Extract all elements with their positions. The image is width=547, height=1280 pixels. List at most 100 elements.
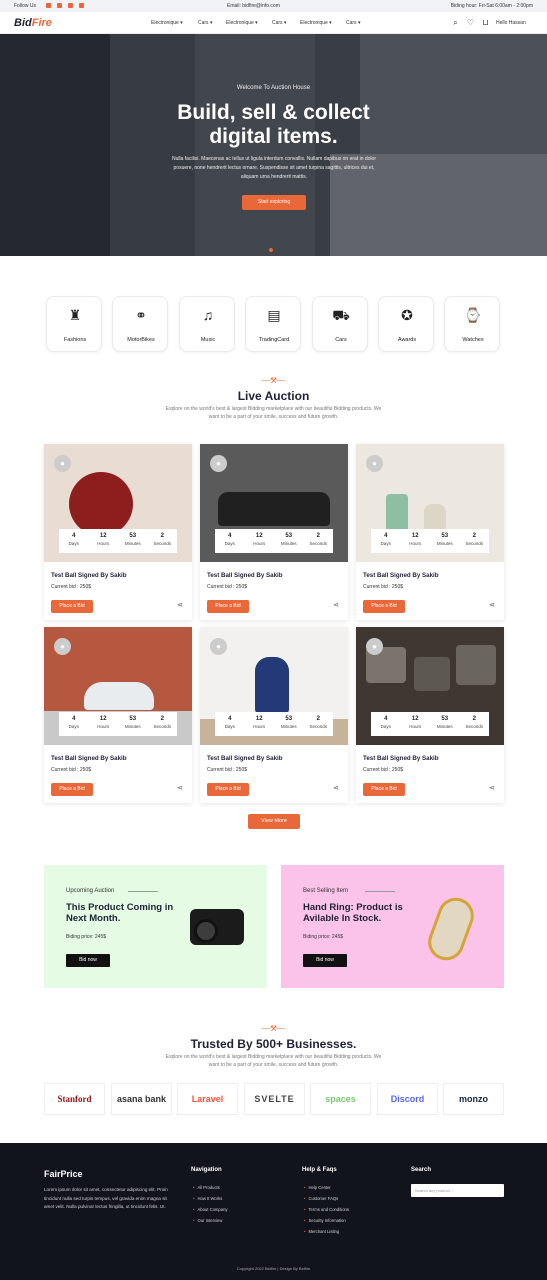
category-tradingcard[interactable]: ▤ TradingCard — [245, 296, 301, 352]
share-icon[interactable]: ⋖ — [488, 785, 496, 793]
auction-card[interactable]: ● 4 Days 12 Hours 53 Minutes 2 Seconds Test … — [200, 627, 348, 803]
cart-icon[interactable]: ⊔ — [481, 18, 490, 27]
category-label: Music — [200, 337, 216, 343]
countdown-timer: 4 Days 12 Hours 53 Minutes 2 Seconds — [59, 529, 177, 553]
card-title[interactable]: Test Ball Signed By Sakib — [207, 755, 283, 762]
view-more-button[interactable]: View More — [248, 814, 300, 829]
porcelain-jar-shape — [255, 657, 289, 715]
nav-item-electronique[interactable]: Electronique ▾ — [226, 20, 258, 26]
start-exploring-button[interactable]: Start exploring — [242, 195, 306, 210]
award-icon: ✪ — [401, 307, 413, 323]
auction-card[interactable]: ● 4 Days 12 Hours 53 Minutes 2 Seconds Test … — [44, 444, 192, 620]
countdown-days: 4 — [384, 716, 388, 722]
facebook-icon[interactable] — [46, 3, 51, 8]
footer-help-link[interactable]: Merchant Listing — [304, 1229, 339, 1234]
card-title[interactable]: Test Ball Signed By Sakib — [51, 755, 127, 762]
bid-now-button[interactable]: Bid now — [303, 954, 347, 967]
section-decoration-icon: —⚒— — [261, 376, 286, 385]
carousel-dot[interactable] — [269, 248, 273, 252]
vase-shape — [386, 494, 408, 534]
card-title[interactable]: Test Ball Signed By Sakib — [51, 572, 127, 579]
auction-card[interactable]: ● 4 Days 12 Hours 53 Minutes 2 Seconds Test … — [356, 627, 504, 803]
promo-title: This Product Coming in Next Month. — [66, 902, 174, 924]
share-icon[interactable]: ⋖ — [332, 785, 340, 793]
nav-item-cars[interactable]: Cars ▾ — [346, 20, 360, 26]
trading-card-icon: ▤ — [267, 307, 281, 323]
nav-item-cars[interactable]: Cars ▾ — [198, 20, 212, 26]
promo-divider — [128, 891, 158, 892]
place-bid-button[interactable]: Place a Bid — [51, 600, 93, 613]
share-icon[interactable]: ⋖ — [176, 602, 184, 610]
search-icon[interactable]: ⌕ — [451, 18, 460, 27]
place-bid-button[interactable]: Place a Bid — [363, 783, 405, 796]
logo-part-fire: Fire — [31, 17, 52, 29]
category-watches[interactable]: ⌚ Watches — [444, 296, 500, 352]
footer-help-link[interactable]: Help Center — [304, 1185, 330, 1190]
footer-nav-link[interactable]: Our Interview — [193, 1218, 222, 1223]
camera-shape — [456, 645, 496, 685]
footer-nav-link[interactable]: All Products — [193, 1185, 219, 1190]
countdown-label: Seconds — [309, 541, 327, 546]
youtube-icon[interactable] — [68, 3, 73, 8]
promo-kicker: Best Selling Item — [303, 888, 349, 894]
logo-part-bid: Bid — [14, 17, 32, 29]
follow-label: Follow Us — [14, 3, 36, 9]
countdown-label: Seconds — [309, 724, 327, 729]
footer-search-input[interactable]: Search any product... — [411, 1184, 504, 1197]
card-title[interactable]: Test Ball Signed By Sakib — [207, 572, 283, 579]
countdown-minutes: 53 — [285, 716, 293, 722]
category-fashions[interactable]: ♜ Fashions — [46, 296, 102, 352]
pinterest-icon[interactable] — [79, 3, 84, 8]
category-motorbikes[interactable]: ⚭ MotorBikes — [112, 296, 168, 352]
countdown-days: 4 — [228, 533, 232, 539]
countdown-label: Days — [224, 541, 235, 546]
card-title[interactable]: Test Ball Signed By Sakib — [363, 755, 439, 762]
share-icon[interactable]: ⋖ — [488, 602, 496, 610]
countdown-hours: 12 — [99, 533, 107, 539]
card-price: Current bid : 250$ — [51, 584, 92, 590]
promo-kicker: Upcoming Auction — [66, 888, 115, 894]
heart-icon[interactable]: ♡ — [466, 18, 475, 27]
hero-title: Build, sell & collect digital items. — [0, 101, 547, 149]
fashion-icon: ♜ — [68, 307, 82, 323]
category-label: TradingCard — [258, 337, 290, 343]
place-bid-button[interactable]: Place a Bid — [51, 783, 93, 796]
footer-brand: FairPrice — [44, 1169, 83, 1179]
auction-card[interactable]: ● 4 Days 12 Hours 53 Minutes 2 Seconds Test … — [44, 627, 192, 803]
nav-item-electronique[interactable]: Electronique ▾ — [151, 20, 183, 26]
auction-card[interactable]: ● 4 Days 12 Hours 53 Minutes 2 Seconds Test … — [356, 444, 504, 620]
hero-banner: Welcome To Auction House Build, sell & c… — [0, 34, 547, 256]
hero-subtitle: Nulla facilisi. Maecenas ac tellus ut li… — [172, 156, 376, 180]
footer-help-link[interactable]: Customer FAQs — [304, 1196, 338, 1201]
countdown-hours: 12 — [99, 716, 107, 722]
trusted-title: Trusted By 500+ Businesses. — [190, 1037, 357, 1051]
category-cars[interactable]: ⛟ Cars — [312, 296, 368, 352]
footer-nav-link[interactable]: About Company — [193, 1207, 227, 1212]
trusted-subtitle: Explore on the world's best & largest Bi… — [165, 1054, 382, 1068]
nav-item-electronique[interactable]: Electronique ▾ — [300, 20, 332, 26]
category-awards[interactable]: ✪ Awards — [378, 296, 434, 352]
share-icon[interactable]: ⋖ — [332, 602, 340, 610]
avatar-icon: ● — [366, 455, 383, 472]
countdown-label: Hours — [409, 724, 422, 729]
countdown-timer: 4 Days 12 Hours 53 Minutes 2 Seconds — [371, 712, 489, 736]
place-bid-button[interactable]: Place a Bid — [207, 783, 249, 796]
card-title[interactable]: Test Ball Signed By Sakib — [363, 572, 439, 579]
user-greeting[interactable]: Hello Hassan — [496, 20, 526, 26]
live-auction-subtitle: Explore on the world's best & largest Bi… — [165, 406, 382, 420]
share-icon[interactable]: ⋖ — [176, 785, 184, 793]
footer-help-link[interactable]: Terms and Conditions — [304, 1207, 349, 1212]
countdown-label: Minutes — [124, 541, 141, 546]
logo[interactable]: BidFire — [14, 17, 52, 29]
bid-now-button[interactable]: Bid now — [66, 954, 110, 967]
footer-nav-link[interactable]: How It Works — [193, 1196, 222, 1201]
auction-card[interactable]: ● 4 Days 12 Hours 53 Minutes 2 Seconds Test … — [200, 444, 348, 620]
countdown-minutes: 53 — [441, 716, 449, 722]
nav-item-cars[interactable]: Cars ▾ — [272, 20, 286, 26]
place-bid-button[interactable]: Place a Bid — [363, 600, 405, 613]
footer-help-link[interactable]: Security Information — [304, 1218, 345, 1223]
category-music[interactable]: ♫ Music — [179, 296, 235, 352]
twitter-icon[interactable] — [57, 3, 62, 8]
promo-price: Biding price: 245$ — [66, 934, 107, 940]
place-bid-button[interactable]: Place a Bid — [207, 600, 249, 613]
